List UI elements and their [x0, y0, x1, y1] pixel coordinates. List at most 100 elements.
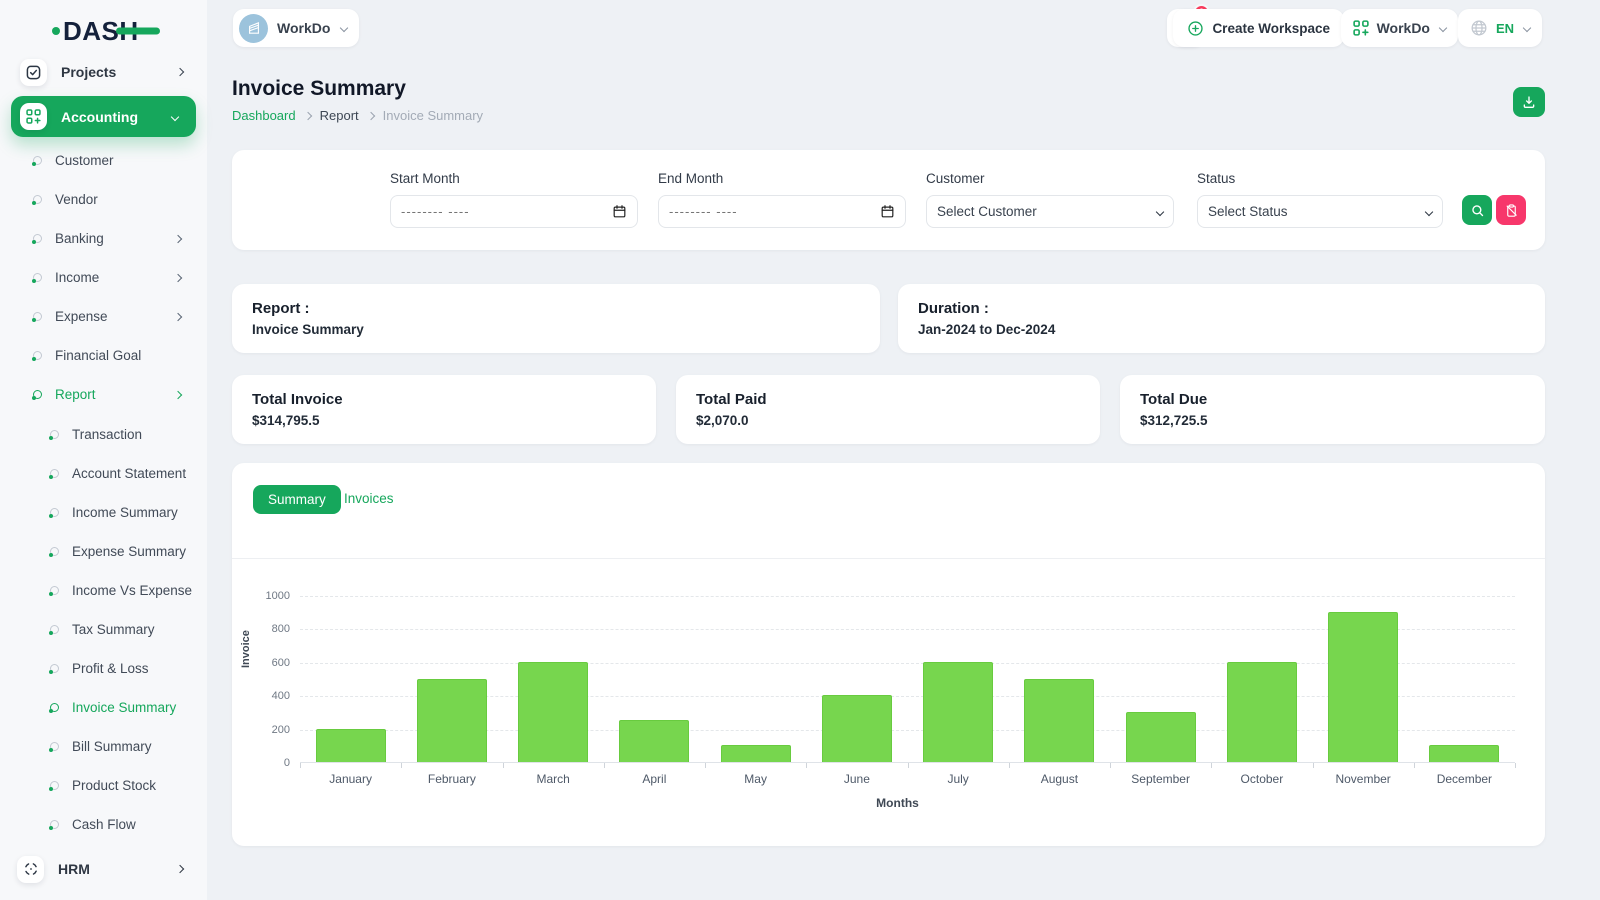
tab-summary[interactable]: Summary: [253, 485, 341, 514]
y-axis-tick-label: 0: [283, 757, 290, 769]
apply-filter-button[interactable]: [1462, 195, 1492, 225]
tab-invoices[interactable]: Invoices: [344, 491, 394, 506]
sidebar: DASH Projects Accounting Customer Vendor B…: [0, 0, 207, 900]
sidebar-item-accounting[interactable]: Accounting: [11, 96, 196, 137]
axis-tick-mark: [705, 763, 706, 768]
stat-value: $312,725.5: [1140, 413, 1208, 428]
stat-value: $2,070.0: [696, 413, 749, 428]
sidebar-item-label: Income Summary: [72, 505, 178, 520]
customer-selected-value: Select Customer: [937, 204, 1037, 219]
sidebar-item-account-statement[interactable]: Account Statement: [0, 454, 207, 493]
bar-march[interactable]: [518, 661, 589, 762]
sidebar-item-profit-loss[interactable]: Profit & Loss: [0, 649, 207, 688]
download-button[interactable]: [1513, 87, 1545, 117]
x-axis-tick-label: June: [843, 772, 870, 786]
bar-december[interactable]: [1429, 745, 1500, 762]
sidebar-item-projects[interactable]: Projects: [0, 57, 207, 87]
filter-card: Start Month End Month: [232, 150, 1545, 250]
start-month-input[interactable]: [390, 195, 638, 228]
workspace-name: WorkDo: [277, 20, 331, 36]
sidebar-item-invoice-summary[interactable]: Invoice Summary: [0, 688, 207, 727]
sidebar-item-vendor[interactable]: Vendor: [0, 180, 207, 219]
x-axis-tick-label: May: [744, 772, 767, 786]
bar-january[interactable]: [315, 728, 386, 762]
bullet-icon: [32, 351, 42, 361]
axis-tick-mark: [1515, 763, 1516, 768]
axis-tick-mark: [1211, 763, 1213, 768]
breadcrumb-dashboard[interactable]: Dashboard: [232, 108, 296, 123]
sidebar-item-customer[interactable]: Customer: [0, 141, 207, 180]
calendar-icon[interactable]: [880, 204, 895, 219]
y-axis-tick-label: 200: [271, 723, 290, 736]
gridline: [300, 596, 1515, 597]
sidebar-item-report[interactable]: Report: [0, 375, 207, 414]
chevron-right-icon: [173, 312, 183, 321]
end-month-label: End Month: [658, 171, 724, 186]
sidebar-item-label: Expense Summary: [72, 544, 187, 559]
calendar-icon[interactable]: [612, 204, 627, 219]
sidebar-item-cash-flow[interactable]: Cash Flow: [0, 805, 207, 844]
sidebar-item-tax-summary[interactable]: Tax Summary: [0, 610, 207, 649]
bullet-icon: [32, 312, 42, 322]
report-info-card: Report : Invoice Summary: [232, 284, 880, 353]
bar-july[interactable]: [923, 661, 994, 762]
bar-june[interactable]: [821, 695, 892, 762]
bar-october[interactable]: [1226, 661, 1297, 762]
breadcrumb: Dashboard Report Invoice Summary: [232, 108, 483, 123]
download-icon: [1523, 96, 1535, 108]
sidebar-item-income-summary[interactable]: Income Summary: [0, 493, 207, 532]
language-selector[interactable]: EN: [1457, 9, 1542, 47]
sidebar-item-label: Income: [55, 270, 100, 285]
sidebar-item-expense[interactable]: Expense: [0, 297, 207, 336]
sidebar-menu-main: Customer Vendor Banking Income Expense Financ…: [0, 141, 207, 414]
sidebar-item-financial-goal[interactable]: Financial Goal: [0, 336, 207, 375]
axis-tick-mark: [300, 763, 301, 768]
sidebar-item-bill-summary[interactable]: Bill Summary: [0, 727, 207, 766]
chevron-down-icon: [1522, 23, 1532, 33]
sidebar-item-label: Invoice Summary: [72, 700, 177, 715]
sidebar-item-hrm[interactable]: HRM: [0, 849, 207, 889]
sidebar-item-label: Transaction: [72, 427, 143, 442]
workspace-selector[interactable]: WorkDo: [233, 9, 360, 47]
reset-filter-button[interactable]: [1496, 195, 1526, 225]
create-workspace-button[interactable]: Create Workspace: [1173, 9, 1344, 47]
customer-select[interactable]: Select Customer: [926, 195, 1174, 228]
chevron-right-icon: [173, 234, 183, 243]
chevron-down-icon: [1155, 207, 1165, 216]
sidebar-item-income[interactable]: Income: [0, 258, 207, 297]
bar-chart-plot: 0 200 400 600 800 1000 January February March Apr…: [266, 590, 1516, 786]
bar-september[interactable]: [1125, 711, 1196, 762]
bar-may[interactable]: [720, 745, 791, 762]
status-select[interactable]: Select Status: [1197, 195, 1443, 228]
divider: [232, 558, 1545, 559]
sidebar-item-banking[interactable]: Banking: [0, 219, 207, 258]
bar-november[interactable]: [1328, 611, 1399, 762]
axis-tick-mark: [1312, 763, 1314, 768]
end-month-input[interactable]: [658, 195, 906, 228]
sidebar-item-income-vs-expense[interactable]: Income Vs Expense: [0, 571, 207, 610]
end-month-field[interactable]: [669, 204, 880, 219]
start-month-field[interactable]: [401, 204, 612, 219]
bar-february[interactable]: [416, 678, 487, 762]
sidebar-item-label: Expense: [55, 309, 108, 324]
bar-april[interactable]: [619, 720, 690, 762]
x-axis-tick-label: March: [536, 772, 570, 786]
breadcrumb-current: Invoice Summary: [382, 108, 484, 123]
y-axis-tick-label: 1000: [265, 590, 290, 602]
duration-card-title: Duration :: [918, 300, 989, 317]
sidebar-item-product-stock[interactable]: Product Stock: [0, 766, 207, 805]
workdo-menu-button[interactable]: WorkDo: [1340, 9, 1458, 47]
total-due-card: Total Due $312,725.5: [1120, 375, 1545, 444]
sidebar-menu-report: Transaction Account Statement Income Summa…: [0, 415, 207, 844]
bullet-icon: [49, 625, 59, 635]
bullet-icon: [49, 469, 59, 479]
sidebar-item-expense-summary[interactable]: Expense Summary: [0, 532, 207, 571]
grid-add-icon: [20, 103, 47, 130]
chevron-right-icon: [173, 273, 183, 282]
bar-august[interactable]: [1024, 678, 1095, 762]
sidebar-item-label: Accounting: [61, 108, 138, 125]
x-axis-tick-label: November: [1335, 772, 1391, 786]
breadcrumb-report[interactable]: Report: [320, 108, 359, 123]
sidebar-item-transaction[interactable]: Transaction: [0, 415, 207, 454]
brand-logo[interactable]: DASH: [52, 12, 162, 50]
